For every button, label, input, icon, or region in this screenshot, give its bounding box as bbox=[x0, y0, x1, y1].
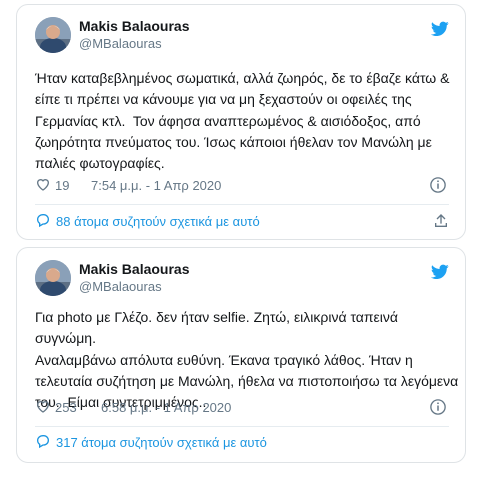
tweet-card[interactable]: Makis Balaouras @MBalaouras Για photo με… bbox=[16, 247, 466, 463]
heart-icon bbox=[35, 398, 51, 417]
info-icon[interactable] bbox=[429, 398, 447, 416]
conversation-count: 88 άτομα συζητούν σχετικά με αυτό bbox=[56, 214, 260, 229]
heart-icon bbox=[35, 176, 51, 195]
twitter-bird-icon[interactable] bbox=[430, 264, 449, 280]
tweet-footer: 88 άτομα συζητούν σχετικά με αυτό bbox=[35, 212, 449, 232]
conversation-count: 317 άτομα συζητούν σχετικά με αυτό bbox=[56, 435, 267, 450]
conversation-link[interactable]: 317 άτομα συζητούν σχετικά με αυτό bbox=[35, 433, 267, 452]
tweet-text: Ήταν καταβεβλημένος σωματικά, αλλά ζωηρό… bbox=[35, 70, 450, 172]
like-count: 253 bbox=[55, 400, 77, 415]
share-icon[interactable] bbox=[433, 213, 449, 229]
reply-bubble-icon bbox=[35, 433, 51, 452]
conversation-link[interactable]: 88 άτομα συζητούν σχετικά με αυτό bbox=[35, 212, 260, 231]
like-button[interactable]: 253 bbox=[35, 398, 77, 417]
user-handle[interactable]: @MBalaouras bbox=[79, 36, 162, 52]
tweet-meta: 19 7:54 μ.μ. - 1 Απρ 2020 bbox=[35, 175, 447, 195]
tweet-timestamp[interactable]: 6:58 μ.μ. - 1 Απρ 2020 bbox=[101, 400, 231, 415]
tweet-card[interactable]: Makis Balaouras @MBalaouras Ήταν καταβεβ… bbox=[16, 4, 466, 240]
divider bbox=[35, 426, 449, 427]
user-name[interactable]: Makis Balaouras bbox=[79, 18, 190, 35]
tweet-header: Makis Balaouras @MBalaouras bbox=[35, 17, 449, 53]
avatar[interactable] bbox=[35, 17, 71, 53]
like-count: 19 bbox=[55, 178, 70, 193]
reply-bubble-icon bbox=[35, 212, 51, 231]
divider bbox=[35, 204, 449, 205]
info-icon[interactable] bbox=[429, 176, 447, 194]
user-handle[interactable]: @MBalaouras bbox=[79, 279, 162, 295]
tweet-meta: 253 6:58 μ.μ. - 1 Απρ 2020 bbox=[35, 397, 447, 417]
tweet-timestamp[interactable]: 7:54 μ.μ. - 1 Απρ 2020 bbox=[91, 178, 221, 193]
twitter-bird-icon[interactable] bbox=[430, 21, 449, 37]
avatar[interactable] bbox=[35, 260, 71, 296]
tweet-footer: 317 άτομα συζητούν σχετικά με αυτό bbox=[35, 433, 449, 453]
user-name[interactable]: Makis Balaouras bbox=[79, 261, 190, 278]
like-button[interactable]: 19 bbox=[35, 176, 69, 195]
tweet-header: Makis Balaouras @MBalaouras bbox=[35, 260, 449, 296]
